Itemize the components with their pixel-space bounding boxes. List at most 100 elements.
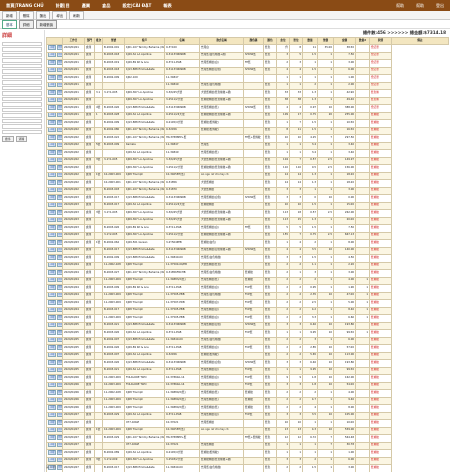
table-row[interactable]: 詳細刪除2020/04/01倉庫1B-2003-028KJ29-3A LA Ap… bbox=[46, 111, 449, 120]
table-row[interactable]: 詳細刪除2020/04/05倉庫 B-2003-021KJ29-3A LA Apo… bbox=[46, 366, 449, 375]
row-action-1[interactable]: 刪除 bbox=[56, 217, 62, 223]
table-row[interactable]: 詳細刪除2020/04/02倉庫5號B-2003-009Kamala11-348… bbox=[46, 141, 449, 150]
table-row[interactable]: 詳細刪除2020/04/02倉庫 B-2002-080KJ01-107 Tammy… bbox=[46, 126, 449, 135]
column-header-2[interactable]: 部門 bbox=[84, 37, 95, 45]
sidebar-button-0[interactable]: 搜尋 bbox=[2, 136, 14, 143]
row-action-0[interactable]: 詳細 bbox=[48, 45, 57, 50]
row-action-0[interactable]: 詳細 bbox=[48, 442, 57, 448]
row-action-1[interactable]: 刪除 bbox=[56, 247, 62, 253]
filter-field-15[interactable] bbox=[2, 124, 42, 129]
row-action-1[interactable]: 刪除 bbox=[56, 375, 62, 380]
table-row[interactable]: 詳細刪除2020/04/01倉庫 B-2002-009KJ02-10911-348… bbox=[46, 74, 449, 83]
column-header-8[interactable]: 顏色碼 bbox=[243, 37, 264, 45]
row-action-0[interactable]: 詳細 bbox=[48, 172, 57, 178]
column-header-13[interactable]: 單價 bbox=[317, 37, 334, 45]
row-action-0[interactable]: 詳細 bbox=[48, 247, 57, 253]
table-row[interactable]: 詳細刪除2020/04/04倉庫11-2002-028KJ08 Triumph1… bbox=[46, 261, 449, 270]
row-action-0[interactable]: 詳細 bbox=[48, 97, 57, 103]
table-row[interactable]: 詳細刪除2020/04/05倉庫 B-2003-026KJ13-888 Emme&… bbox=[46, 359, 449, 368]
filter-field-11[interactable] bbox=[2, 102, 42, 107]
column-header-11[interactable]: 單位 bbox=[289, 37, 303, 45]
toolbar-button-4[interactable]: 刷新 bbox=[69, 10, 84, 20]
row-action-1[interactable]: 刪除 bbox=[56, 112, 62, 118]
row-action-1[interactable]: 刪除 bbox=[56, 390, 62, 395]
table-row[interactable]: 詳細刪除2020/04/06倉庫11-2003-009KJ08 Triumph1… bbox=[46, 396, 449, 405]
column-header-15[interactable]: 數量2 bbox=[355, 37, 370, 45]
column-header-14[interactable]: 金額 bbox=[333, 37, 356, 45]
toolbar-button-0[interactable]: 新增 bbox=[2, 10, 17, 20]
row-action-0[interactable]: 詳細 bbox=[48, 232, 57, 238]
table-row[interactable]: 詳細刪除2020/04/01倉庫 B-2002-001KJ01-107 Tammy… bbox=[46, 44, 449, 53]
column-header-7[interactable]: 款式名稱 bbox=[199, 37, 244, 45]
row-action-0[interactable]: 詳細 bbox=[48, 52, 57, 58]
row-action-1[interactable]: 刪除 bbox=[56, 277, 62, 283]
filter-field-3[interactable] bbox=[2, 58, 42, 63]
row-action-0[interactable]: 詳細 bbox=[48, 67, 57, 73]
filter-field-1[interactable] bbox=[2, 47, 42, 52]
row-action-1[interactable]: 刪除 bbox=[56, 367, 62, 373]
toolbar-button-1[interactable]: 刪除 bbox=[18, 10, 34, 20]
row-action-0[interactable]: 詳細 bbox=[48, 120, 57, 125]
row-action-0[interactable]: 詳細 bbox=[48, 180, 57, 185]
row-action-0[interactable]: 詳細 bbox=[48, 277, 57, 283]
row-action-1[interactable]: 刪除 bbox=[56, 157, 62, 163]
row-action-1[interactable]: 刪除 bbox=[56, 322, 62, 328]
row-action-1[interactable]: 刪除 bbox=[56, 120, 62, 125]
row-action-0[interactable]: 詳細 bbox=[48, 150, 57, 155]
table-row[interactable]: 詳細刪除2020/04/02倉庫 B-2002-099KJ13-888 Emme&… bbox=[46, 119, 449, 128]
row-action-0[interactable]: 詳細 bbox=[48, 330, 57, 335]
filter-field-12[interactable] bbox=[2, 107, 42, 113]
table-row[interactable]: 詳細刪除2020/04/03倉庫 B-2003-017KJ29-3A LA Apo… bbox=[46, 201, 449, 210]
row-action-1[interactable]: 刪除 bbox=[56, 90, 62, 95]
row-action-1[interactable]: 刪除 bbox=[56, 82, 62, 88]
table-row[interactable]: 詳細刪除2020/04/03倉庫 KJ09-367 LA Apolline3-3/… bbox=[46, 216, 449, 225]
table-row[interactable]: 詳細刪除2020/04/03倉庫1號B-2002-062KJ29-501 Gui… bbox=[46, 239, 449, 248]
row-action-0[interactable]: 詳細 bbox=[48, 135, 57, 140]
row-action-1[interactable]: 刪除 bbox=[56, 427, 62, 433]
row-action-1[interactable]: 刪除 bbox=[56, 142, 62, 148]
table-row[interactable]: 詳細刪除2020/04/07倉庫977-1NGE10-3Y021台灣藍條紋藍色1… bbox=[46, 419, 449, 428]
table-row[interactable]: 詳細刪除2020/04/02倉庫 B-2003-022KJ01-107 Tammy… bbox=[46, 134, 449, 143]
row-action-0[interactable]: 詳細 bbox=[48, 360, 57, 365]
table-row[interactable]: 詳細刪除2020/04/02倉庫 B-2003-003KJ01-107 Tammy… bbox=[46, 186, 449, 195]
row-action-1[interactable]: 刪除 bbox=[56, 435, 62, 440]
column-header-0[interactable] bbox=[46, 37, 63, 45]
row-action-1[interactable]: 刪除 bbox=[56, 315, 62, 320]
row-action-0[interactable]: 詳細 bbox=[48, 127, 57, 133]
toolbar-button-2[interactable]: 匯出 bbox=[35, 10, 51, 20]
row-action-1[interactable]: 刪除 bbox=[56, 172, 62, 178]
row-action-0[interactable]: 詳細 bbox=[48, 412, 57, 418]
row-action-1[interactable]: 刪除 bbox=[56, 255, 62, 260]
row-action-1[interactable]: 刪除 bbox=[56, 127, 62, 133]
filter-field-14[interactable] bbox=[2, 118, 42, 124]
row-action-0[interactable]: 詳細 bbox=[48, 322, 57, 328]
row-action-0[interactable]: 詳細 bbox=[48, 105, 57, 110]
column-header-17[interactable]: 備註 bbox=[391, 37, 449, 45]
row-action-0[interactable]: 詳細 bbox=[48, 457, 57, 463]
row-action-1[interactable]: 刪除 bbox=[56, 270, 62, 275]
filter-field-4[interactable] bbox=[2, 63, 42, 69]
table-row[interactable]: 詳細刪除2020/04/05倉庫 B-2002-026KJ29-89 Kit & … bbox=[46, 344, 449, 353]
row-action-1[interactable]: 刪除 bbox=[56, 210, 62, 215]
row-action-1[interactable]: 刪除 bbox=[56, 292, 62, 298]
row-action-1[interactable]: 刪除 bbox=[56, 307, 62, 313]
nav-right-item-2[interactable]: 登出 bbox=[430, 3, 450, 9]
row-action-1[interactable]: 刪除 bbox=[56, 330, 62, 335]
row-action-0[interactable]: 詳細 bbox=[48, 240, 57, 245]
column-header-9[interactable]: 顏色 bbox=[263, 37, 277, 45]
row-action-1[interactable]: 刪除 bbox=[56, 45, 62, 50]
toolbar-button-3[interactable]: 導出 bbox=[52, 10, 68, 20]
nav-item-1[interactable]: 計劃|目 bbox=[50, 3, 76, 9]
table-row[interactable]: 詳細刪除2020/04/05倉庫 B-2003-026KJ29-3A LA Apo… bbox=[46, 329, 449, 338]
row-action-1[interactable]: 刪除 bbox=[56, 405, 62, 410]
row-action-1[interactable]: 刪除 bbox=[56, 195, 62, 200]
table-row[interactable]: 詳細刪除2020/04/07倉庫B-2003-017KJ13-888 Emme&… bbox=[46, 464, 449, 472]
row-action-1[interactable]: 刪除 bbox=[56, 225, 62, 230]
table-row[interactable]: 詳細刪除2020/04/05倉庫 B-2003-007KJ29-3A LA Apo… bbox=[46, 351, 449, 360]
row-action-1[interactable]: 刪除 bbox=[56, 75, 62, 80]
row-action-0[interactable]: 詳細 bbox=[48, 225, 57, 230]
table-row[interactable]: 詳細刪除2020/04/03倉庫 B-2003-017KJ13-888 Emme&… bbox=[46, 194, 449, 203]
table-row[interactable]: 詳細刪除2020/04/04倉庫B-2003-017KJ08 Triumph11… bbox=[46, 306, 449, 315]
table-row[interactable]: 詳細刪除2020/04/02倉庫 KJ09-367 LA Apolline3-25… bbox=[46, 164, 449, 173]
row-action-1[interactable]: 刪除 bbox=[56, 262, 62, 268]
